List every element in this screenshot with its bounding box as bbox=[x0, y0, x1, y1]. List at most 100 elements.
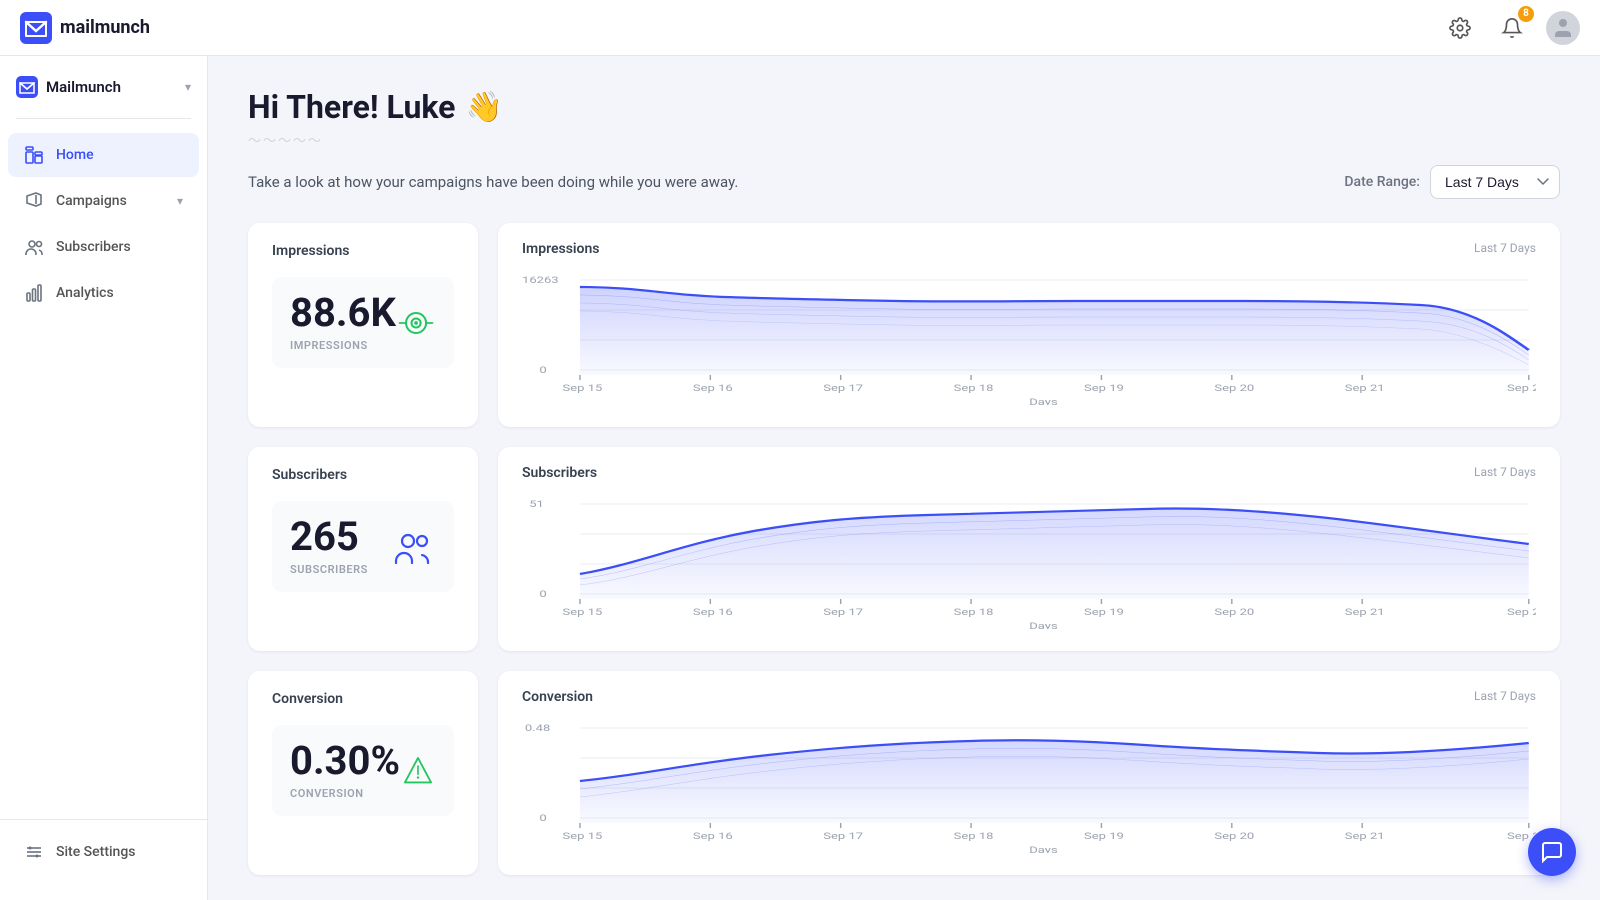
page-header: Hi There! Luke 👋 〜〜〜〜〜 Take a look at ho… bbox=[248, 88, 1560, 199]
svg-text:Sep 17: Sep 17 bbox=[823, 607, 863, 617]
svg-text:Sep 19: Sep 19 bbox=[1084, 607, 1124, 617]
date-range-wrapper: Date Range: Last 7 Days Last 14 Days Las… bbox=[1344, 165, 1560, 199]
avatar[interactable] bbox=[1546, 11, 1580, 45]
sidebar-brand-left: Mailmunch bbox=[16, 76, 121, 98]
sidebar-item-campaigns-label: Campaigns bbox=[56, 193, 127, 209]
conversion-card-title: Conversion bbox=[272, 691, 454, 707]
sidebar-nav: Home Campaigns ▾ Subscribers bbox=[0, 131, 207, 819]
greeting-row: Hi There! Luke 👋 bbox=[248, 88, 1560, 126]
svg-text:0: 0 bbox=[539, 589, 546, 599]
site-settings-icon bbox=[24, 842, 44, 862]
svg-text:Sep 19: Sep 19 bbox=[1084, 831, 1124, 841]
svg-text:Sep 18: Sep 18 bbox=[954, 607, 994, 617]
topnav-right: 8 bbox=[1442, 10, 1580, 46]
impressions-chart: 16263 0 bbox=[522, 265, 1536, 405]
sidebar-item-site-settings-label: Site Settings bbox=[56, 844, 136, 860]
svg-text:Sep 20: Sep 20 bbox=[1214, 383, 1254, 393]
svg-text:Days: Days bbox=[1029, 397, 1058, 405]
header-description: Take a look at how your campaigns have b… bbox=[248, 173, 738, 191]
svg-text:Sep 16: Sep 16 bbox=[693, 607, 733, 617]
svg-text:0: 0 bbox=[539, 365, 546, 375]
sidebar-divider bbox=[16, 118, 191, 119]
sidebar-bottom: Site Settings bbox=[0, 819, 207, 884]
sidebar-item-campaigns[interactable]: Campaigns ▾ bbox=[8, 179, 199, 223]
mailmunch-logo-icon bbox=[20, 12, 52, 44]
settings-button[interactable] bbox=[1442, 10, 1478, 46]
logo-area: mailmunch bbox=[20, 12, 150, 44]
chat-button[interactable] bbox=[1528, 828, 1576, 876]
home-icon bbox=[24, 145, 44, 165]
subscribers-card-title: Subscribers bbox=[272, 467, 454, 483]
impressions-chart-title: Impressions bbox=[522, 241, 599, 257]
date-range-label: Date Range: bbox=[1344, 174, 1420, 190]
svg-text:Sep 19: Sep 19 bbox=[1084, 383, 1124, 393]
sidebar-brand-icon bbox=[16, 76, 38, 98]
conversion-stat-card: Conversion 0.30% CONVERSION bbox=[248, 671, 478, 875]
sidebar-item-analytics-label: Analytics bbox=[56, 285, 114, 301]
impressions-stat-card: Impressions 88.6K IMPRESSIONS bbox=[248, 223, 478, 427]
conversion-label: CONVERSION bbox=[290, 787, 400, 800]
campaigns-chevron: ▾ bbox=[177, 194, 183, 208]
conversion-chart: 0.48 0 bbox=[522, 713, 1536, 853]
app-body: Mailmunch ▾ Home bbox=[0, 56, 1600, 900]
date-range-select[interactable]: Last 7 Days Last 14 Days Last 30 Days bbox=[1430, 165, 1560, 199]
svg-text:Sep 18: Sep 18 bbox=[954, 383, 994, 393]
svg-text:0: 0 bbox=[539, 813, 546, 823]
greeting-emoji: 👋 bbox=[465, 90, 502, 125]
impressions-label: IMPRESSIONS bbox=[290, 339, 396, 352]
campaigns-icon bbox=[24, 191, 44, 211]
subscribers-stat-icon bbox=[392, 525, 436, 569]
subscribers-chart-title: Subscribers bbox=[522, 465, 597, 481]
user-avatar-icon bbox=[1551, 16, 1575, 40]
sidebar-brand-name: Mailmunch bbox=[46, 78, 121, 96]
greeting-title: Hi There! Luke bbox=[248, 88, 455, 126]
logo-text: mailmunch bbox=[60, 17, 150, 38]
sidebar-item-home[interactable]: Home bbox=[8, 133, 199, 177]
svg-text:Sep 15: Sep 15 bbox=[563, 831, 603, 841]
svg-text:Sep 20: Sep 20 bbox=[1214, 831, 1254, 841]
svg-text:Sep 22: Sep 22 bbox=[1507, 607, 1536, 617]
svg-text:Sep 15: Sep 15 bbox=[563, 607, 603, 617]
impressions-stat-icon bbox=[396, 301, 436, 345]
conversion-value: 0.30% bbox=[290, 741, 400, 781]
sidebar-item-site-settings[interactable]: Site Settings bbox=[8, 830, 199, 874]
subscribers-chart: 51 0 bbox=[522, 489, 1536, 629]
conversion-chart-title: Conversion bbox=[522, 689, 593, 705]
svg-text:51: 51 bbox=[529, 499, 544, 509]
top-navigation: mailmunch 8 bbox=[0, 0, 1600, 56]
subscribers-label: SUBSCRIBERS bbox=[290, 563, 368, 576]
impressions-last-days: Last 7 Days bbox=[1474, 241, 1536, 255]
svg-text:Sep 21: Sep 21 bbox=[1345, 383, 1385, 393]
sidebar-brand[interactable]: Mailmunch ▾ bbox=[0, 72, 207, 118]
svg-text:Sep 16: Sep 16 bbox=[693, 383, 733, 393]
subscribers-value: 265 bbox=[290, 517, 368, 557]
svg-text:Sep 18: Sep 18 bbox=[954, 831, 994, 841]
notification-count: 8 bbox=[1518, 6, 1534, 22]
svg-text:Sep 21: Sep 21 bbox=[1345, 607, 1385, 617]
subscribers-stat-card: Subscribers 265 SUBSCRIBERS bbox=[248, 447, 478, 651]
main-content: Hi There! Luke 👋 〜〜〜〜〜 Take a look at ho… bbox=[208, 56, 1600, 900]
header-controls: Take a look at how your campaigns have b… bbox=[248, 165, 1560, 199]
svg-text:0.48: 0.48 bbox=[525, 723, 550, 733]
svg-text:Sep 16: Sep 16 bbox=[693, 831, 733, 841]
notification-area: 8 bbox=[1494, 10, 1530, 46]
sidebar-item-subscribers-label: Subscribers bbox=[56, 239, 131, 255]
conversion-row: Conversion 0.30% CONVERSION bbox=[248, 671, 1560, 875]
svg-text:Days: Days bbox=[1029, 845, 1058, 853]
subscribers-icon bbox=[24, 237, 44, 257]
chat-icon bbox=[1540, 840, 1564, 864]
svg-text:Sep 22: Sep 22 bbox=[1507, 383, 1536, 393]
analytics-icon bbox=[24, 283, 44, 303]
subscribers-chart-card: Subscribers Last 7 Days 51 0 bbox=[498, 447, 1560, 651]
svg-text:Sep 15: Sep 15 bbox=[563, 383, 603, 393]
sidebar-item-analytics[interactable]: Analytics bbox=[8, 271, 199, 315]
greeting-subtitle: 〜〜〜〜〜 bbox=[248, 130, 1560, 149]
svg-text:Sep 20: Sep 20 bbox=[1214, 607, 1254, 617]
conversion-chart-card: Conversion Last 7 Days 0.48 0 bbox=[498, 671, 1560, 875]
svg-text:Sep 17: Sep 17 bbox=[823, 831, 863, 841]
conversion-stat-icon bbox=[400, 749, 436, 793]
subscribers-row: Subscribers 265 SUBSCRIBERS bbox=[248, 447, 1560, 651]
svg-text:Days: Days bbox=[1029, 621, 1058, 629]
svg-text:Sep 21: Sep 21 bbox=[1345, 831, 1385, 841]
sidebar-item-subscribers[interactable]: Subscribers bbox=[8, 225, 199, 269]
